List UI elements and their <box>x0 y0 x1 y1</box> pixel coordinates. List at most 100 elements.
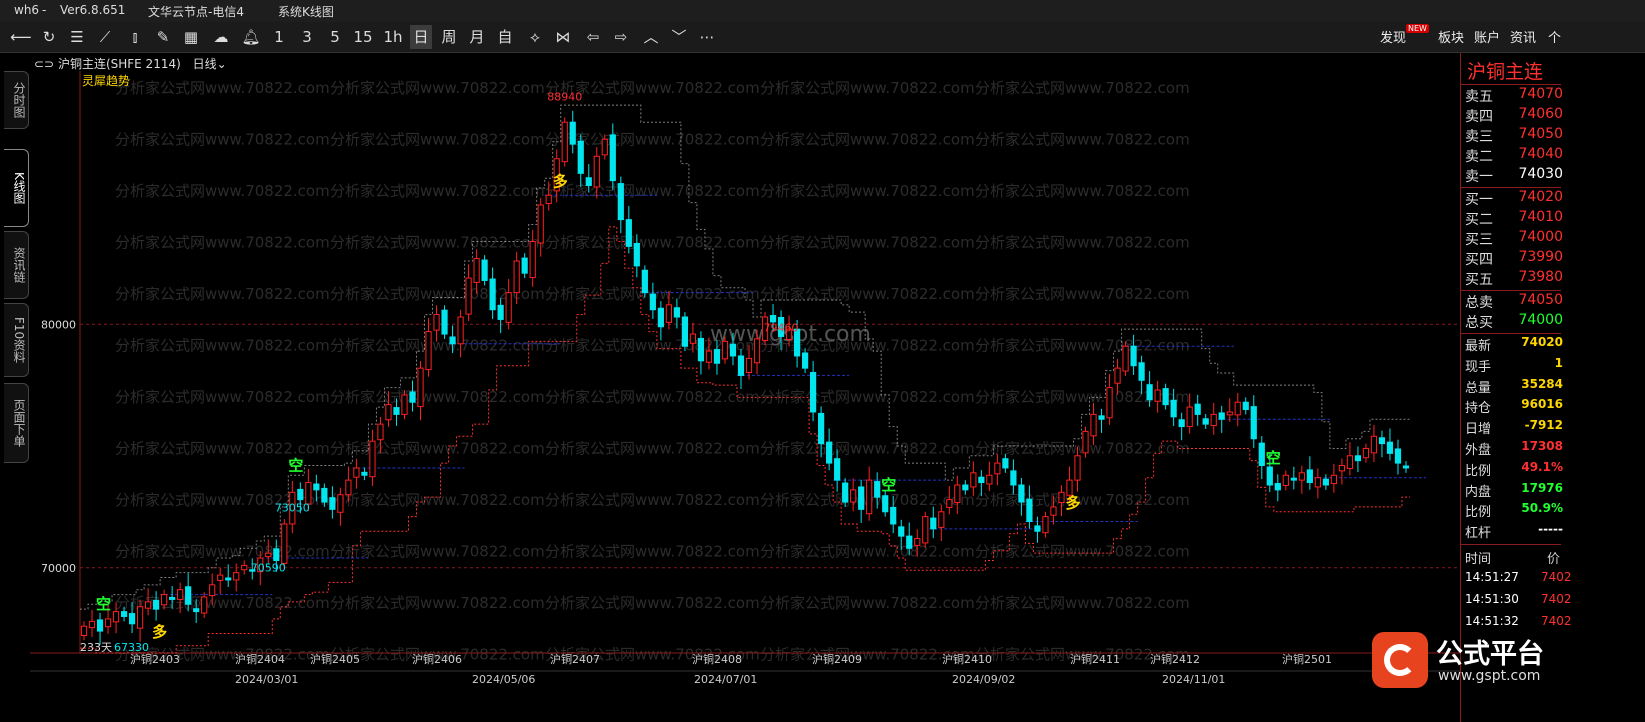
contract-selector[interactable]: ⊂⊃ 沪铜主连(SHFE 2114) 日线⌄ <box>34 55 227 72</box>
nav-zhanghu[interactable]: 账户 <box>1474 27 1500 46</box>
scroll-right-icon[interactable]: ⇨ <box>610 25 632 49</box>
candle-body <box>577 140 584 174</box>
stat-label: 日增 <box>1465 422 1492 438</box>
bid-row[interactable]: 买四 73990 <box>1465 249 1563 269</box>
ask-row-value: 74050 <box>1518 126 1563 142</box>
tick-price: 7402 <box>1541 614 1572 628</box>
chevron-down-icon[interactable]: ﹀ <box>668 25 690 49</box>
watermark-text: 分析家公式网www.70822.com <box>115 234 330 252</box>
line-chart-icon[interactable]: ⟋ <box>94 25 116 49</box>
x-date-label: 2024/03/01 <box>235 673 298 686</box>
ask-row-label: 卖二 <box>1465 149 1493 165</box>
ticks-header-price: 价 <box>1547 552 1561 567</box>
watermark-text: 分析家公式网www.70822.com <box>330 79 545 97</box>
candle-body <box>922 516 929 544</box>
candle-body <box>377 423 384 441</box>
nav-zixun[interactable]: 资讯 <box>1510 27 1536 46</box>
candle-body <box>938 511 945 528</box>
bid-row-value: 74000 <box>1518 229 1563 245</box>
candle-body <box>393 407 400 415</box>
ask-row[interactable]: 卖四 74060 <box>1465 106 1563 126</box>
nav-ge[interactable]: 个 <box>1548 27 1561 46</box>
total-sell-row[interactable]: 总卖 74050 <box>1465 292 1563 312</box>
draw-tool-icon[interactable]: ✎ <box>152 25 174 49</box>
tab-f10[interactable]: F10资料 <box>4 303 29 377</box>
tab-zixunlian[interactable]: 资讯链 <box>4 231 29 299</box>
candle-body <box>850 489 857 503</box>
more-icon[interactable]: ⋯ <box>696 25 718 49</box>
nav-bankuai[interactable]: 板块 <box>1438 27 1464 46</box>
period-button-3[interactable]: 15 <box>352 25 374 49</box>
ask-row[interactable]: 卖五 74070 <box>1465 86 1563 106</box>
period-button-1[interactable]: 3 <box>296 25 318 49</box>
back-arrow-icon[interactable]: ⟵ <box>10 25 32 49</box>
period-button-8[interactable]: 自 <box>494 25 516 49</box>
refresh-icon[interactable]: ↻ <box>38 25 60 49</box>
tab-yemianxiadan[interactable]: 页面下单 <box>4 383 29 463</box>
indicator-name[interactable]: 灵犀趋势 <box>82 72 130 89</box>
kline-chart[interactable]: 分析家公式网www.70822.com 分析家公式网www.70822.com 分析… <box>30 53 1460 698</box>
watermark-text: 分析家公式网www.70822.com <box>115 337 330 355</box>
zoom-in-icon[interactable]: ⋈ <box>552 25 574 49</box>
watermark-text: 分析家公式网www.70822.com <box>975 440 1190 458</box>
list-icon[interactable]: ☰ <box>66 25 88 49</box>
candle-body <box>1242 401 1249 411</box>
candle-body <box>882 495 889 513</box>
watermark-text: 分析家公式网www.70822.com <box>760 440 975 458</box>
ask-row[interactable]: 卖三 74050 <box>1465 126 1563 146</box>
period-button-0[interactable]: 1 <box>268 25 290 49</box>
candle-icon[interactable]: ⫾ <box>124 25 146 49</box>
ask-row[interactable]: 卖一 74030 <box>1465 166 1563 186</box>
logo-mark-icon <box>1372 632 1428 688</box>
stat-label: 内盘 <box>1465 484 1492 500</box>
period-button-6[interactable]: 周 <box>438 25 460 49</box>
bid-row[interactable]: 买一 74020 <box>1465 189 1563 209</box>
period-button-4[interactable]: 1h <box>382 25 404 49</box>
bid-row[interactable]: 买二 74010 <box>1465 209 1563 229</box>
contract-roll-label: 沪铜2405 <box>310 652 360 666</box>
candle-body <box>601 138 608 156</box>
zoom-out-icon[interactable]: ⟡ <box>524 25 546 49</box>
candle-body <box>112 611 120 623</box>
period-name[interactable]: 日线 <box>193 57 217 71</box>
bid-row-value: 73990 <box>1518 249 1563 265</box>
watermark-text: 分析家公式网www.70822.com <box>760 234 975 252</box>
watermark-text: 分析家公式网www.70822.com <box>115 388 330 406</box>
ticks-header: 时间 价 <box>1465 548 1563 568</box>
candle-body <box>1266 466 1273 486</box>
period-button-5[interactable]: 日 <box>410 25 432 49</box>
candle-body <box>633 242 640 267</box>
contract-name: 沪铜主连(SHFE 2114) <box>57 57 181 71</box>
candle-body <box>233 572 240 581</box>
period-button-2[interactable]: 5 <box>324 25 346 49</box>
candle-body <box>1058 491 1065 504</box>
watermark-text: 分析家公式网www.70822.com <box>545 594 760 612</box>
signal-label: 多 <box>152 623 167 641</box>
candle-body <box>609 134 616 182</box>
bid-row[interactable]: 买五 73980 <box>1465 269 1563 289</box>
signal-label: 多 <box>1065 494 1080 512</box>
candle-body <box>225 577 232 581</box>
scroll-left-icon[interactable]: ⇦ <box>582 25 604 49</box>
divider <box>1461 333 1561 334</box>
tab-kxiantu[interactable]: K线图 <box>4 149 29 227</box>
candle-body <box>1346 455 1354 469</box>
period-button-7[interactable]: 月 <box>466 25 488 49</box>
chevron-up-icon[interactable]: ︿ <box>640 25 662 49</box>
ask-row-value: 74040 <box>1518 146 1563 162</box>
bid-row[interactable]: 买三 74000 <box>1465 229 1563 249</box>
ask-row-label: 卖一 <box>1465 169 1493 185</box>
candle-body <box>281 523 288 564</box>
cloud-icon[interactable]: ☁ <box>210 25 232 49</box>
nav-faxian[interactable]: 发现 <box>1380 27 1406 46</box>
bell-icon[interactable]: 🔔︎ <box>240 25 262 49</box>
tab-fenshitu[interactable]: 分时图 <box>4 71 29 129</box>
watermark-text: 分析家公式网www.70822.com <box>115 440 330 458</box>
ask-row[interactable]: 卖二 74040 <box>1465 146 1563 166</box>
candle-body <box>1106 387 1113 419</box>
contract-roll-label: 沪铜2407 <box>550 652 600 666</box>
indicator-icon[interactable]: ▦ <box>180 25 202 49</box>
total-buy-row[interactable]: 总买 74000 <box>1465 312 1563 332</box>
candle-body <box>193 608 200 613</box>
chevron-down-icon[interactable]: ⌄ <box>217 57 227 71</box>
